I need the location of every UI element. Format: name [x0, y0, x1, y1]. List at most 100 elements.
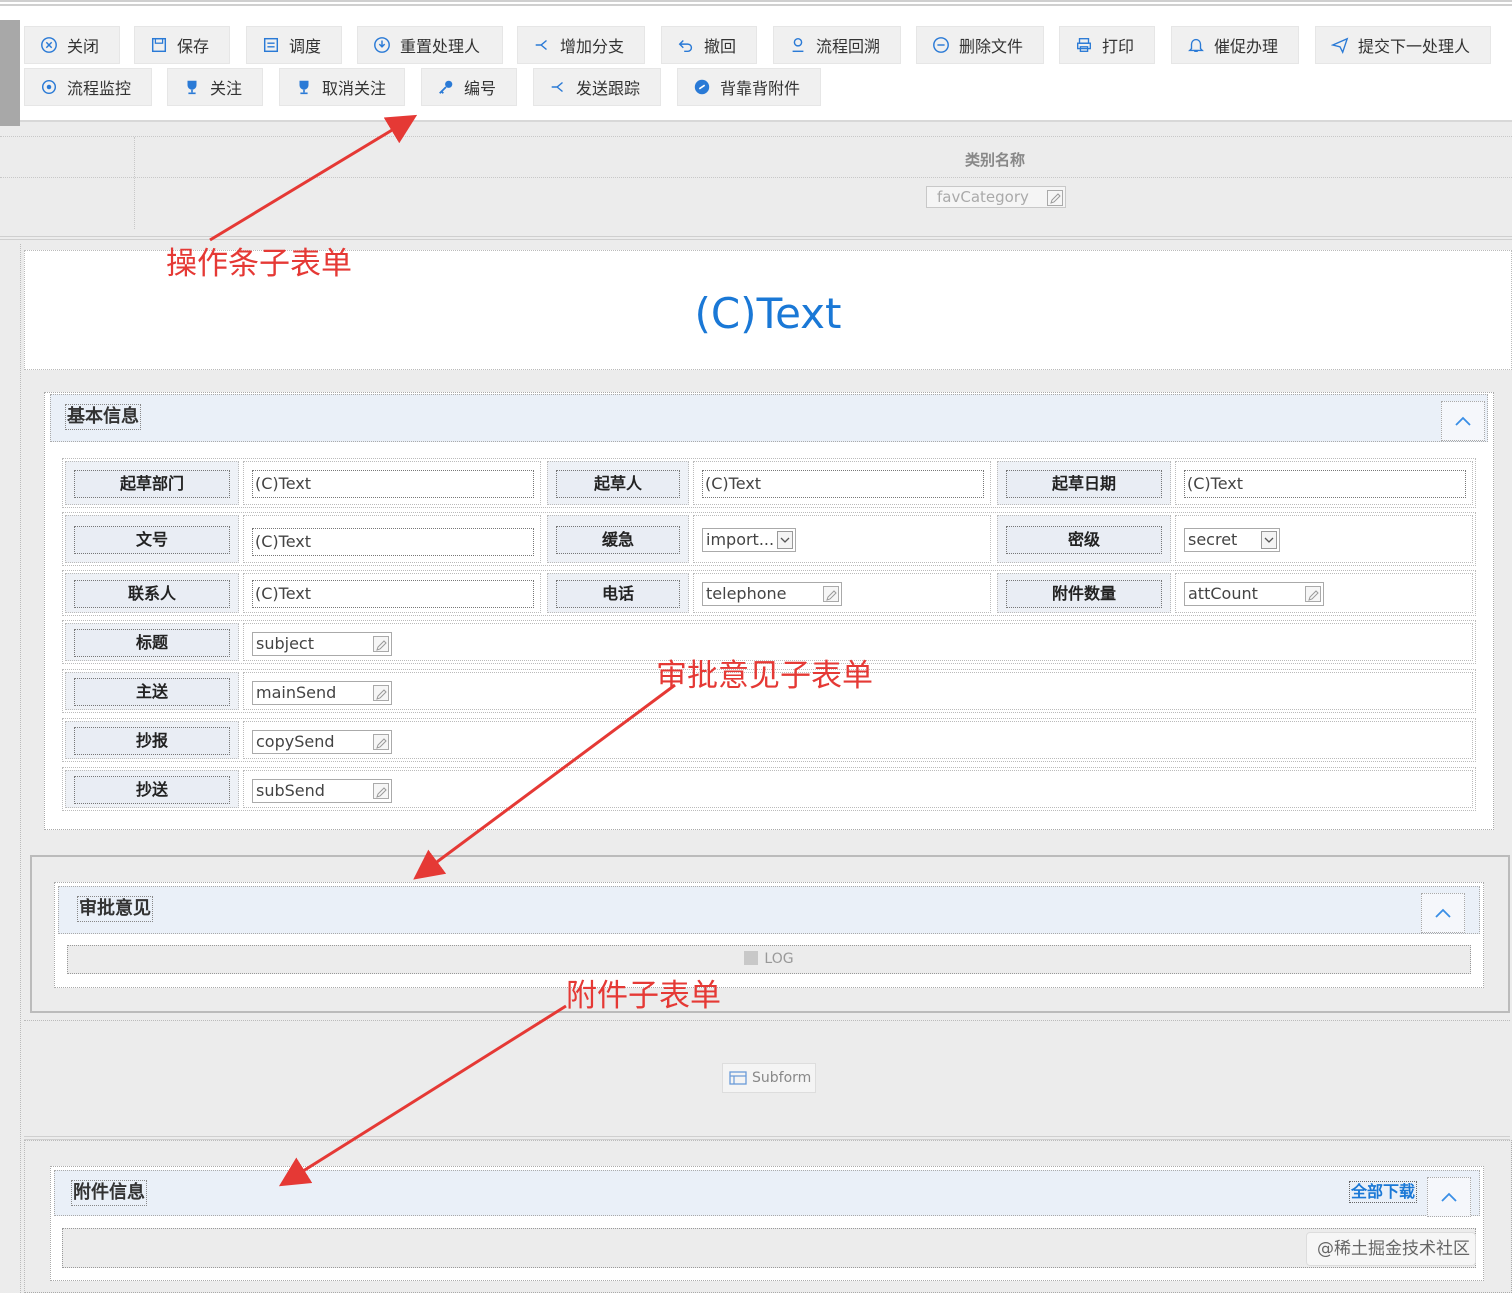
link-icon — [692, 77, 712, 97]
collapse-button[interactable] — [1421, 893, 1465, 933]
category-field[interactable]: favCategory — [926, 186, 1066, 208]
follow-button[interactable]: 关注 — [167, 68, 263, 106]
value-cell: (C)Text — [243, 515, 541, 563]
subject-label: 标题 — [74, 629, 230, 657]
close-button[interactable]: 关闭 — [24, 26, 120, 64]
value-cell: import... — [693, 515, 991, 563]
log-icon — [744, 951, 759, 965]
urge-button-label: 催促办理 — [1214, 37, 1279, 56]
chevron-up-icon — [1441, 1192, 1457, 1202]
basic-info-header: 基本信息 — [50, 394, 1488, 442]
withdraw-button-label: 撤回 — [704, 37, 737, 56]
attachment-list — [62, 1228, 1476, 1268]
draft-dept-field[interactable]: (C)Text — [252, 470, 534, 498]
save-button[interactable]: 保存 — [134, 26, 230, 64]
follow-button-label: 关注 — [210, 79, 243, 98]
label-cell: 附件数量 — [997, 573, 1171, 613]
form-row: 抄送 subSend — [62, 767, 1476, 811]
process-monitor-button-label: 流程监控 — [67, 79, 132, 98]
value-cell: subSend — [243, 770, 1473, 808]
subform-icon — [729, 1071, 747, 1085]
secret-level-select[interactable]: secret — [1184, 528, 1280, 552]
main-send-field-value: mainSend — [256, 683, 337, 702]
log-box: LOG — [67, 945, 1471, 974]
urgency-label: 缓急 — [556, 526, 680, 554]
numbering-button[interactable]: 编号 — [421, 68, 517, 106]
label-cell: 密级 — [997, 515, 1171, 563]
edit-icon — [1305, 586, 1321, 602]
reset-handler-button-label: 重置处理人 — [400, 37, 481, 56]
main-send-field[interactable]: mainSend — [252, 681, 392, 705]
print-button[interactable]: 打印 — [1059, 26, 1155, 64]
copy-send-field[interactable]: subSend — [252, 779, 392, 803]
trophy-icon — [182, 77, 202, 97]
contact-field[interactable]: (C)Text — [252, 580, 534, 608]
download-all-link[interactable]: 全部下载 — [1349, 1181, 1418, 1203]
value-cell: (C)Text — [693, 461, 991, 505]
edit-icon — [373, 685, 389, 701]
branch-icon — [532, 35, 552, 55]
approval-title: 审批意见 — [77, 896, 153, 922]
urgency-select[interactable]: import... — [702, 528, 796, 552]
collapse-button[interactable] — [1441, 401, 1485, 441]
label-cell: 联系人 — [65, 573, 239, 613]
drafter-field[interactable]: (C)Text — [702, 470, 984, 498]
attachment-annotation: 附件子表单 — [566, 978, 721, 1014]
process-monitor-button[interactable]: 流程监控 — [24, 68, 152, 106]
category-band: 类别名称 favCategory — [0, 136, 1512, 240]
reset-handler-button[interactable]: 重置处理人 — [357, 26, 503, 64]
value-cell: secret — [1175, 515, 1473, 563]
save-icon — [149, 35, 169, 55]
urge-button[interactable]: 催促办理 — [1171, 26, 1299, 64]
subject-field[interactable]: subject — [252, 632, 392, 656]
draft-dept-label: 起草部门 — [74, 470, 230, 498]
delete-file-button[interactable]: 删除文件 — [916, 26, 1044, 64]
approval-header: 审批意见 — [58, 886, 1480, 934]
label-cell: 文号 — [65, 515, 239, 563]
att-count-label: 附件数量 — [1006, 580, 1162, 608]
close-button-label: 关闭 — [67, 37, 100, 56]
label-cell: 抄报 — [65, 721, 239, 759]
phone-field[interactable]: telephone — [702, 582, 842, 606]
subform-chip[interactable]: Subform — [722, 1063, 816, 1093]
secret-level-label: 密级 — [1006, 526, 1162, 554]
doc-no-field[interactable]: (C)Text — [252, 528, 534, 556]
withdraw-button[interactable]: 撤回 — [661, 26, 757, 64]
chevron-down-icon — [777, 531, 793, 549]
copy-report-field-value: copySend — [256, 732, 335, 751]
attachment-title: 附件信息 — [71, 1180, 147, 1206]
submit-next-button[interactable]: 提交下一处理人 — [1315, 26, 1491, 64]
trace-back-button-label: 流程回溯 — [816, 37, 881, 56]
main-send-label: 主送 — [74, 678, 230, 706]
back-to-back-attachment-button[interactable]: 背靠背附件 — [677, 68, 821, 106]
category-title: 类别名称 — [964, 151, 1025, 169]
left-strip — [0, 20, 20, 126]
chevron-down-icon — [1261, 531, 1277, 549]
trace-back-button[interactable]: 流程回溯 — [773, 26, 901, 64]
unfollow-button[interactable]: 取消关注 — [279, 68, 405, 106]
label-cell: 缓急 — [547, 515, 689, 563]
secret-level-select-value: secret — [1188, 530, 1238, 549]
add-branch-button-label: 增加分支 — [560, 37, 625, 56]
copy-report-field[interactable]: copySend — [252, 730, 392, 754]
draft-date-field[interactable]: (C)Text — [1184, 470, 1466, 498]
att-count-field-value: attCount — [1188, 584, 1258, 603]
save-button-label: 保存 — [177, 37, 210, 56]
value-cell: (C)Text — [243, 461, 541, 505]
monitor-icon — [39, 77, 59, 97]
att-count-field[interactable]: attCount — [1184, 582, 1324, 606]
submit-next-button-label: 提交下一处理人 — [1358, 37, 1471, 56]
add-branch-button[interactable]: 增加分支 — [517, 26, 645, 64]
collapse-button[interactable] — [1427, 1177, 1471, 1217]
phone-field-value: telephone — [706, 584, 787, 603]
form-row: 联系人 (C)Text 电话 telephone 附件数量 attCount — [62, 570, 1476, 616]
form-title: (C)Text — [694, 289, 842, 338]
divider — [0, 177, 1512, 178]
schedule-button-label: 调度 — [289, 37, 322, 56]
subject-field-value: subject — [256, 634, 314, 653]
delete-file-button-label: 删除文件 — [959, 37, 1024, 56]
value-cell: (C)Text — [1175, 461, 1473, 505]
schedule-button[interactable]: 调度 — [246, 26, 342, 64]
undo-icon — [676, 35, 696, 55]
send-tracking-button[interactable]: 发送跟踪 — [533, 68, 661, 106]
